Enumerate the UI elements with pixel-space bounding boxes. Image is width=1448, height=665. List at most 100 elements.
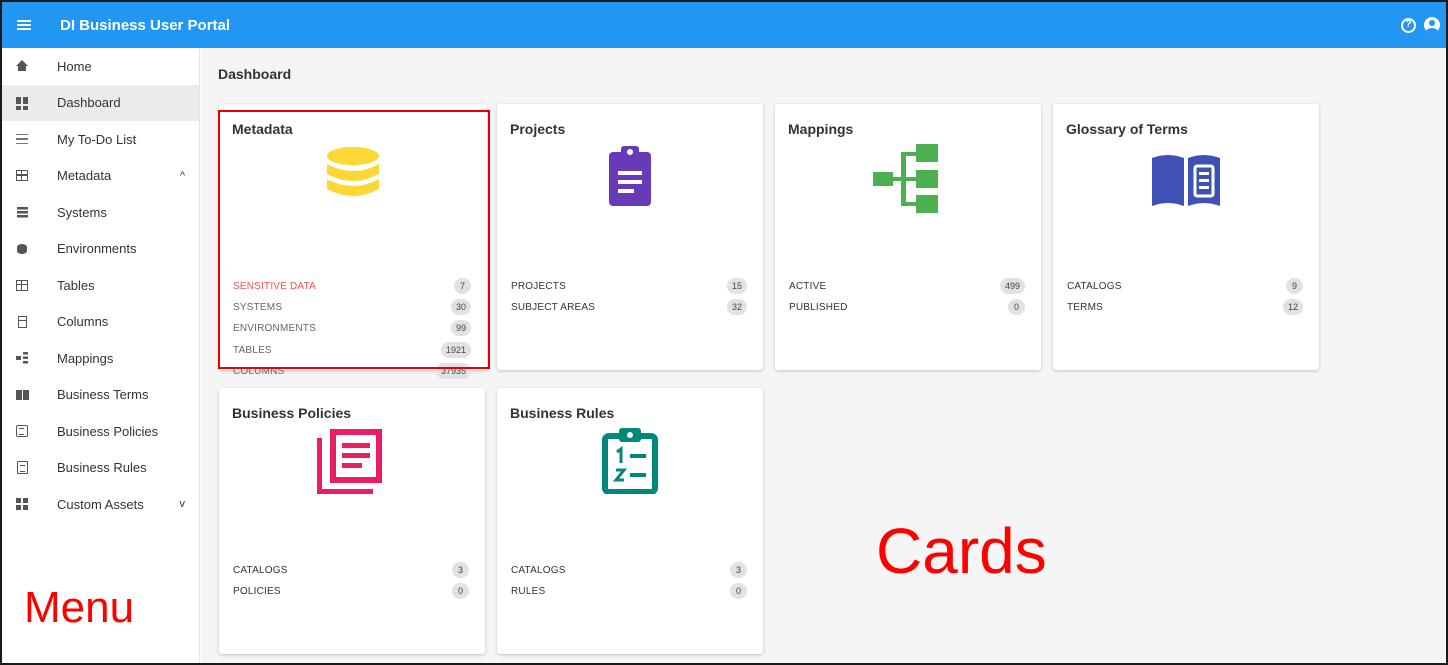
card-title: Projects	[510, 121, 566, 137]
database-icon	[15, 242, 29, 256]
policy-icon	[15, 424, 29, 438]
card-projects[interactable]: Projects PROJECTS 15 SUBJECT AREAS 32	[497, 104, 763, 370]
stat-badge: 15	[726, 278, 747, 294]
sidebar-item-label: Dashboard	[57, 95, 121, 111]
sidebar-item-label: Tables	[57, 277, 95, 293]
stat-row[interactable]: PUBLISHED 0	[789, 298, 1025, 316]
chevron-up-icon[interactable]: ^	[180, 170, 185, 182]
stat-label: SYSTEMS	[233, 301, 283, 313]
stat-label: CATALOGS	[1067, 280, 1122, 292]
help-icon[interactable]: ?	[1401, 17, 1416, 33]
sidebar-item-label: Business Rules	[57, 460, 147, 476]
card-title: Mappings	[788, 121, 854, 137]
column-icon	[15, 315, 29, 329]
sidebar-item-tables[interactable]: Tables	[2, 267, 199, 304]
stat-label: PUBLISHED	[789, 301, 848, 313]
stat-label: SUBJECT AREAS	[511, 301, 596, 313]
header-actions: ?	[1401, 2, 1440, 48]
sidebar-item-business-policies[interactable]: Business Policies	[2, 413, 199, 450]
stat-row[interactable]: POLICIES 0	[233, 582, 469, 600]
sidebar-item-label: Columns	[57, 314, 109, 330]
custom-assets-icon	[15, 497, 29, 511]
stat-badge: 1921	[440, 342, 471, 358]
stat-label: TERMS	[1067, 301, 1103, 313]
dashboard-icon	[15, 96, 29, 110]
card-business-policies[interactable]: Business Policies CATALOGS 3 POLICIES 0	[219, 388, 485, 654]
stat-row[interactable]: RULES 0	[511, 582, 747, 600]
stat-label: TABLES	[233, 344, 272, 356]
screenshot-frame: DI Business User Portal ? Home Dashboard…	[0, 0, 1448, 665]
page-title: Dashboard	[218, 66, 292, 82]
stat-row[interactable]: ACTIVE 499	[789, 277, 1025, 295]
sidebar-item-label: Business Terms	[57, 387, 149, 403]
stat-label: COLUMNS	[233, 365, 285, 377]
sidebar-item-label: Custom Assets	[57, 496, 144, 512]
stat-label: ENVIRONMENTS	[233, 322, 316, 334]
stat-row[interactable]: TABLES 1921	[233, 341, 471, 359]
stat-label: PROJECTS	[511, 280, 566, 292]
stat-row[interactable]: SYSTEMS 30	[233, 298, 471, 316]
sidebar-item-todo[interactable]: My To-Do List	[2, 121, 199, 158]
sidebar-item-label: Environments	[57, 241, 137, 257]
numbered-clipboard-icon	[600, 426, 660, 499]
hamburger-icon[interactable]	[2, 2, 46, 48]
sidebar-item-label: Metadata	[57, 168, 112, 184]
sidebar-item-metadata[interactable]: Metadata ^	[2, 158, 199, 195]
stat-badge: 30	[450, 299, 471, 315]
card-title: Business Rules	[510, 405, 615, 421]
sidebar-item-systems[interactable]: Systems	[2, 194, 199, 231]
stat-badge: 99	[450, 320, 471, 336]
sidebar-item-label: Systems	[57, 204, 107, 220]
stat-badge: 3	[730, 562, 747, 578]
stat-row[interactable]: PROJECTS 15	[511, 277, 747, 295]
stat-row[interactable]: CATALOGS 3	[233, 561, 469, 579]
stat-badge: 12	[1282, 299, 1303, 315]
list-icon	[15, 132, 29, 146]
stat-badge: 0	[730, 583, 747, 599]
stat-badge: 9	[1286, 278, 1303, 294]
stat-row[interactable]: CATALOGS 9	[1067, 277, 1303, 295]
sidebar-item-mappings[interactable]: Mappings	[2, 340, 199, 377]
systems-icon	[15, 205, 29, 219]
card-glossary[interactable]: Glossary of Terms CATALOGS 9 TERMS 12	[1053, 104, 1319, 370]
stat-badge: 37935	[435, 363, 471, 379]
sidebar-item-home[interactable]: Home	[2, 48, 199, 85]
stat-badge: 7	[454, 278, 471, 294]
stat-row[interactable]: SENSITIVE DATA 7	[233, 277, 471, 295]
stat-badge: 0	[1008, 299, 1025, 315]
database-stack-icon	[326, 146, 380, 213]
sidebar-item-environments[interactable]: Environments	[2, 231, 199, 268]
sidebar-item-label: Mappings	[57, 350, 114, 366]
sidebar-item-dashboard[interactable]: Dashboard	[2, 84, 199, 121]
stat-label: POLICIES	[233, 585, 281, 597]
card-title: Business Policies	[232, 405, 352, 421]
stat-badge: 0	[452, 583, 469, 599]
open-book-icon	[1150, 152, 1222, 213]
sidebar-item-business-terms[interactable]: Business Terms	[2, 377, 199, 414]
sidebar-menu: Home Dashboard My To-Do List Metadata ^ …	[2, 48, 200, 663]
sidebar-item-business-rules[interactable]: Business Rules	[2, 450, 199, 487]
card-business-rules[interactable]: Business Rules CATALOGS 3 RULES 0	[497, 388, 763, 654]
stat-row[interactable]: COLUMNS 37935	[233, 362, 471, 380]
stat-label: CATALOGS	[233, 564, 288, 576]
rules-icon	[15, 461, 29, 475]
table-icon	[15, 278, 29, 292]
card-metadata[interactable]: Metadata SENSITIVE DATA 7 SYSTEMS 30 ENV…	[219, 104, 487, 379]
stat-badge: 499	[999, 278, 1025, 294]
chevron-down-icon[interactable]: v	[180, 498, 186, 510]
stat-badge: 3	[452, 562, 469, 578]
stat-badge: 32	[726, 299, 747, 315]
mapping-icon	[15, 351, 29, 365]
sidebar-item-columns[interactable]: Columns	[2, 304, 199, 341]
app-title: DI Business User Portal	[60, 16, 231, 34]
clipboard-icon	[607, 144, 653, 213]
card-mappings[interactable]: Mappings ACTIVE 499 PUBLISHED 0	[775, 104, 1041, 370]
stat-row[interactable]: TERMS 12	[1067, 298, 1303, 316]
account-icon[interactable]	[1424, 17, 1440, 33]
home-icon	[15, 59, 29, 73]
stat-row[interactable]: CATALOGS 3	[511, 561, 747, 579]
stat-row[interactable]: ENVIRONMENTS 99	[233, 319, 471, 337]
sidebar-item-custom-assets[interactable]: Custom Assets v	[2, 486, 199, 523]
app-header: DI Business User Portal ?	[2, 2, 1446, 48]
stat-row[interactable]: SUBJECT AREAS 32	[511, 298, 747, 316]
